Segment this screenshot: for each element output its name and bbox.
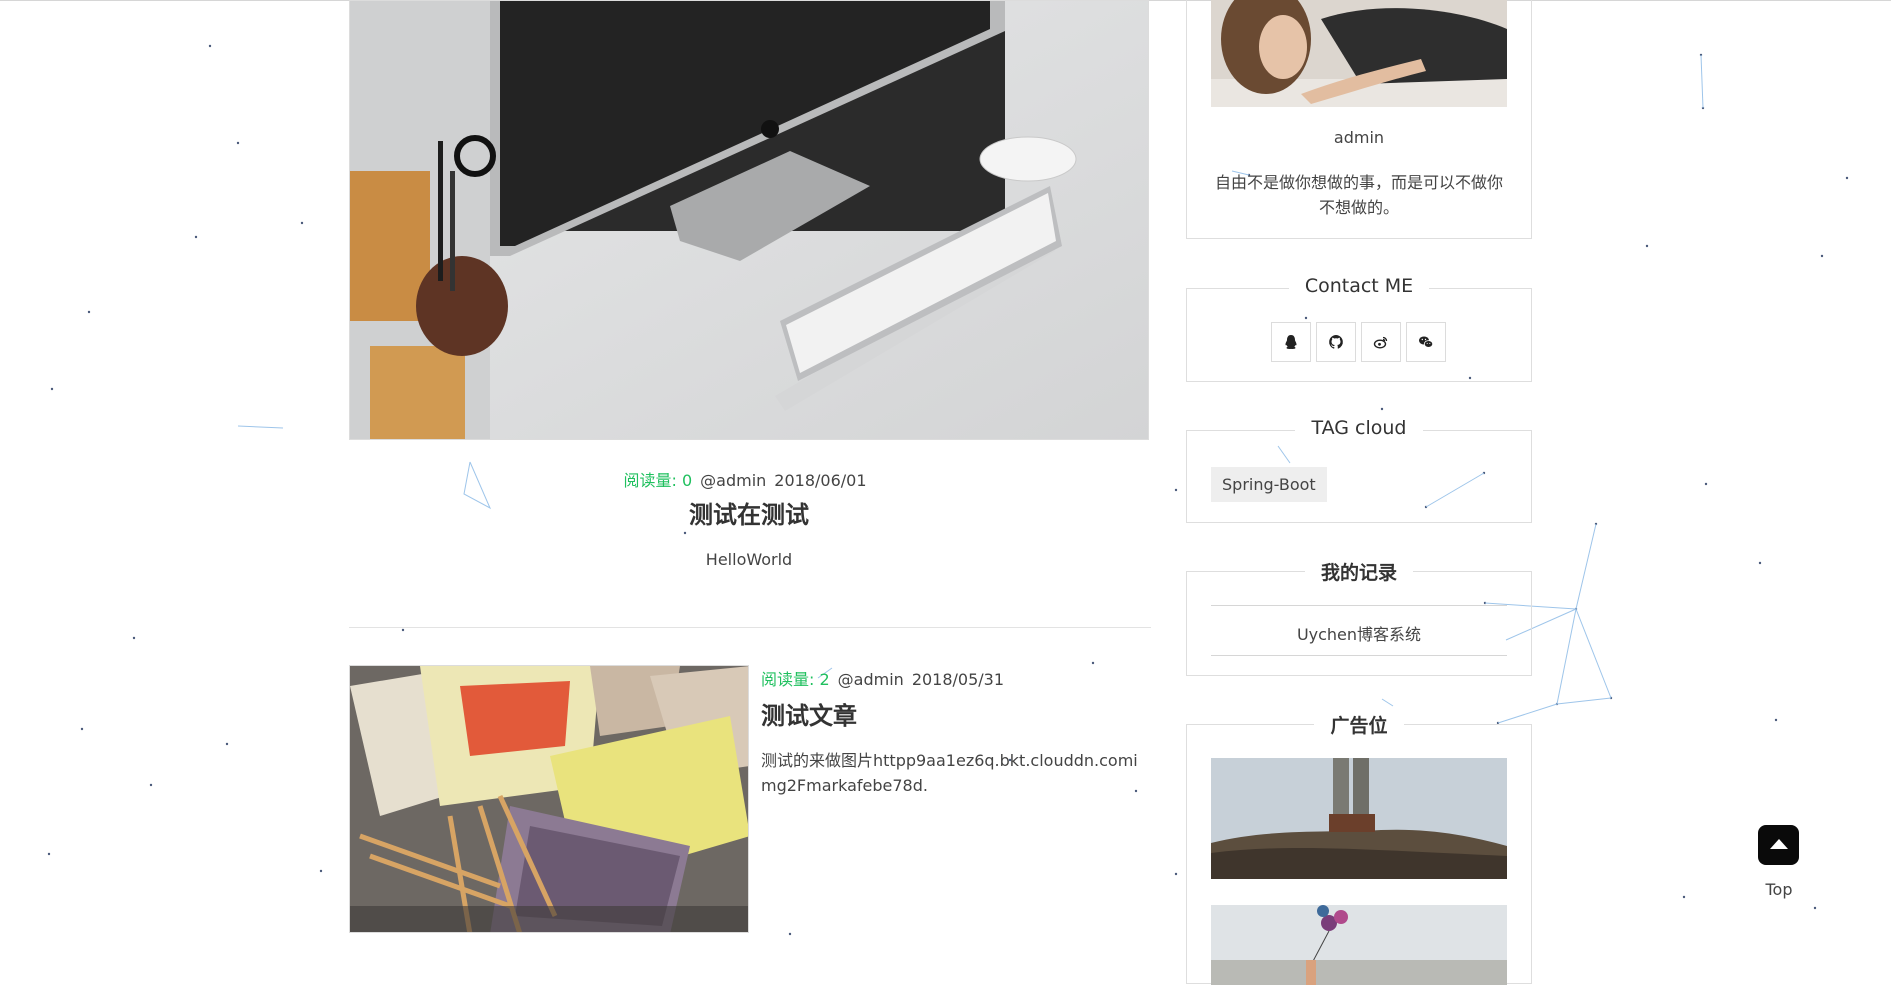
post-meta: 阅读量: 2 @admin 2018/05/31 xyxy=(761,666,1012,690)
ad-image[interactable] xyxy=(1211,758,1507,879)
profile-name: admin xyxy=(1333,128,1385,147)
post-excerpt: 测试的来做图片httpp9aa1ez6q.bkt.clouddn.comimg2… xyxy=(761,751,1138,795)
post-cover-image[interactable] xyxy=(349,0,1149,440)
contact-title: Contact ME xyxy=(1288,275,1430,297)
post-meta: 阅读量: 0 @admin 2018/06/01 xyxy=(349,467,1149,491)
qq-icon[interactable] xyxy=(1271,322,1311,362)
post-author[interactable]: @admin xyxy=(838,670,904,689)
back-to-top-label[interactable]: Top xyxy=(1749,880,1809,899)
profile-motto: 自由不是做你想做的事，而是可以不做你不想做的。 xyxy=(1214,173,1503,217)
records-divider xyxy=(1211,655,1507,656)
weibo-icon[interactable] xyxy=(1361,322,1401,362)
records-panel: 我的记录 Uychen博客系统 xyxy=(1186,562,1532,676)
contact-panel: Contact ME xyxy=(1186,275,1532,382)
post-title[interactable]: 测试文章 xyxy=(761,696,857,731)
read-count: 阅读量: 0 xyxy=(623,471,693,490)
post-date: 2018/05/31 xyxy=(911,670,1005,689)
records-title: 我的记录 xyxy=(1304,562,1413,584)
post-excerpt: HelloWorld xyxy=(705,550,793,569)
post-author[interactable]: @admin xyxy=(700,471,766,490)
profile-panel: admin 自由不是做你想做的事，而是可以不做你不想做的。 xyxy=(1186,0,1532,239)
records-divider xyxy=(1211,605,1507,606)
github-icon[interactable] xyxy=(1316,322,1356,362)
post-thumbnail-image[interactable] xyxy=(349,665,749,933)
ads-panel: 广告位 xyxy=(1186,715,1532,985)
ads-title: 广告位 xyxy=(1314,715,1404,737)
post-title[interactable]: 测试在测试 xyxy=(349,495,1149,530)
ad-image[interactable] xyxy=(1211,905,1507,985)
post-date: 2018/06/01 xyxy=(774,471,867,490)
back-to-top-button[interactable] xyxy=(1758,825,1799,865)
record-item[interactable]: Uychen博客系统 xyxy=(1211,621,1507,645)
avatar xyxy=(1211,0,1507,107)
tag-cloud-title: TAG cloud xyxy=(1295,417,1423,439)
tag-item[interactable]: Spring-Boot xyxy=(1211,467,1327,502)
wechat-icon[interactable] xyxy=(1406,322,1446,362)
caret-up-icon xyxy=(1769,839,1788,849)
post-divider xyxy=(349,627,1151,628)
read-count: 阅读量: 2 xyxy=(761,670,830,689)
tag-cloud-panel: TAG cloud Spring-Boot xyxy=(1186,417,1532,523)
